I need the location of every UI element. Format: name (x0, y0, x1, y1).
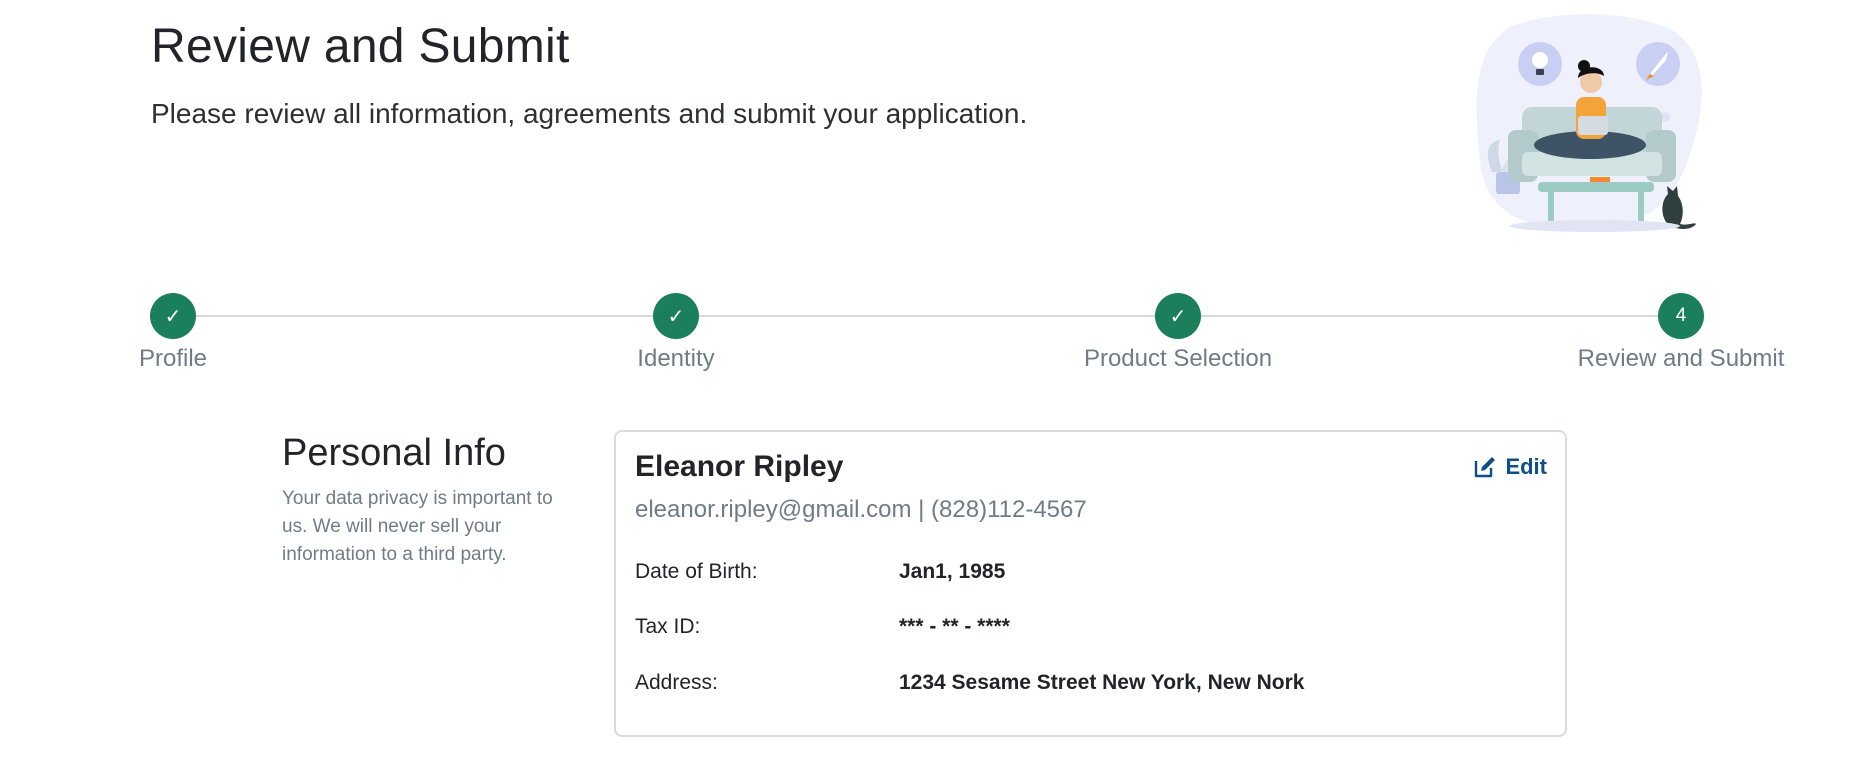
field-value: Jan1, 1985 (899, 560, 1006, 583)
applicant-name: Eleanor Ripley (635, 450, 844, 483)
field-value: *** - ** - **** (899, 615, 1010, 638)
edit-label: Edit (1505, 454, 1547, 479)
privacy-note: Your data privacy is important to us. We… (282, 488, 553, 565)
step-label: Product Selection (1083, 345, 1273, 372)
step-number: 4 (1658, 293, 1704, 339)
illustration-graphic (1476, 14, 1702, 232)
personal-info-card: Eleanor Ripley eleanor.ripley@gmail.com … (614, 430, 1567, 737)
check-icon: ✓ (150, 293, 196, 339)
progress-stepper: ✓ Profile ✓ Identity ✓ Product Selection… (0, 290, 1849, 380)
step-identity[interactable]: ✓ Identity (546, 290, 806, 373)
tax-id-row: Tax ID: *** - ** - **** (635, 615, 1535, 645)
step-review-submit[interactable]: 4 Review and Submit (1551, 290, 1811, 373)
field-label: Tax ID: (635, 615, 701, 638)
step-product-selection[interactable]: ✓ Product Selection (1048, 290, 1308, 373)
section-title: Personal Info (282, 432, 506, 474)
field-value: 1234 Sesame Street New York, New Nork (899, 671, 1305, 694)
step-profile[interactable]: ✓ Profile (43, 290, 303, 373)
contact-info: eleanor.ripley@gmail.com | (828)112-4567 (635, 496, 1087, 523)
review-submit-page: Review and Submit Please review all info… (0, 0, 1849, 763)
dob-row: Date of Birth: Jan1, 1985 (635, 560, 1535, 590)
step-label: Review and Submit (1577, 345, 1785, 372)
edit-icon (1475, 457, 1496, 478)
step-label: Profile (138, 345, 208, 372)
field-label: Date of Birth: (635, 560, 758, 583)
page-title: Review and Submit (151, 20, 570, 73)
address-row: Address: 1234 Sesame Street New York, Ne… (635, 671, 1535, 701)
page-subtitle: Please review all information, agreement… (151, 98, 1028, 129)
stepper-track (173, 315, 1683, 317)
field-label: Address: (635, 671, 718, 694)
check-icon: ✓ (653, 293, 699, 339)
step-label: Identity (637, 345, 715, 372)
person-on-couch-illustration (1470, 12, 1710, 237)
edit-button[interactable]: Edit (1473, 454, 1547, 480)
check-icon: ✓ (1155, 293, 1201, 339)
